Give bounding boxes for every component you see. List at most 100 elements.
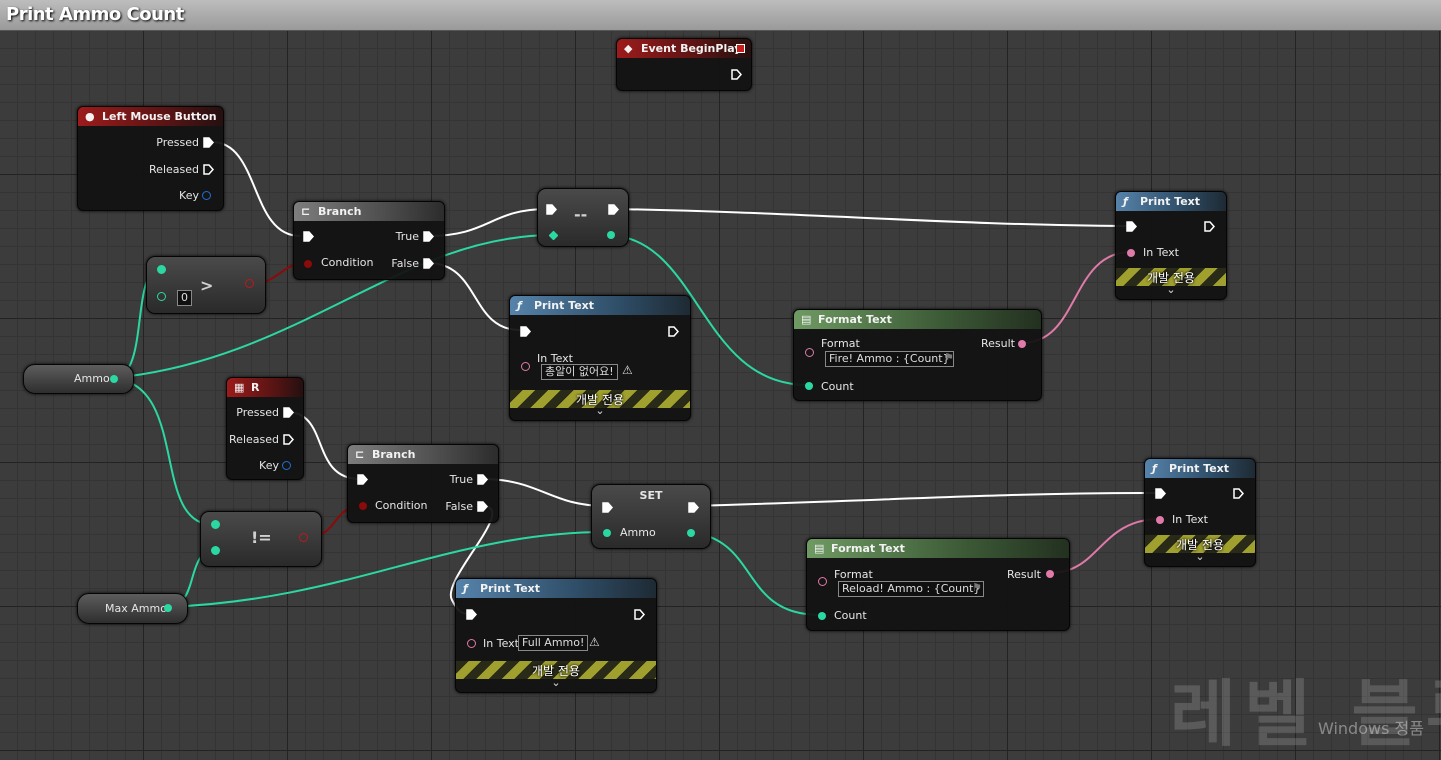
result-pin[interactable] bbox=[1046, 570, 1054, 578]
print-text-node-1[interactable]: ƒ Print Text In Text 개발 전용 ⌄ bbox=[1115, 191, 1227, 300]
released-exec-pin[interactable] bbox=[203, 164, 214, 175]
warning-icon: ⚠ bbox=[622, 363, 633, 377]
key-pin[interactable] bbox=[202, 191, 211, 200]
format-value-field[interactable]: Fire! Ammo : {Count} bbox=[825, 351, 954, 367]
not-equal-node[interactable]: != bbox=[200, 511, 322, 567]
max-ammo-variable-node[interactable]: Max Ammo bbox=[77, 593, 188, 624]
exec-out-pin[interactable] bbox=[1204, 221, 1215, 232]
in-text-pin[interactable] bbox=[521, 362, 530, 371]
set-ammo-node[interactable]: SET Ammo bbox=[591, 484, 711, 549]
exec-out-pin[interactable] bbox=[608, 204, 619, 215]
in-text-pin[interactable] bbox=[467, 639, 476, 648]
decrement-node[interactable]: -- bbox=[537, 188, 629, 247]
exec-in-pin[interactable] bbox=[303, 231, 314, 242]
keyboard-r-node[interactable]: ▦ R Pressed Released Key bbox=[226, 377, 304, 480]
wire-branch1-true-to-decrement bbox=[427, 208, 549, 237]
ammo-in-pin[interactable] bbox=[603, 529, 611, 537]
in-text-label: In Text bbox=[1143, 246, 1179, 259]
a-pin[interactable] bbox=[157, 265, 166, 274]
condition-pin[interactable] bbox=[359, 502, 367, 510]
expand-chevron-icon[interactable]: ⌄ bbox=[456, 676, 656, 689]
b-value-field[interactable]: 0 bbox=[177, 290, 192, 306]
a-pin[interactable] bbox=[211, 520, 220, 529]
in-text-pin[interactable] bbox=[1156, 516, 1164, 524]
exec-out-pin[interactable] bbox=[688, 502, 699, 513]
print-text-node-3[interactable]: ƒ Print Text In Text 개발 전용 ⌄ bbox=[1144, 458, 1256, 567]
max-ammo-out-pin[interactable] bbox=[164, 604, 172, 612]
format2-title: Format Text bbox=[831, 542, 905, 555]
exec-out-pin[interactable] bbox=[1233, 488, 1244, 499]
ammo-variable-label: Ammo bbox=[74, 372, 110, 385]
condition-pin[interactable] bbox=[304, 260, 312, 268]
left-mouse-button-node[interactable]: ● Left Mouse Button Pressed Released Key bbox=[77, 106, 224, 211]
count-pin[interactable] bbox=[805, 382, 813, 390]
expand-chevron-icon[interactable]: ⌄ bbox=[1116, 283, 1226, 296]
true-label: True bbox=[449, 473, 473, 486]
ammo-variable-node[interactable]: Ammo bbox=[23, 364, 134, 394]
exec-out-pin[interactable] bbox=[731, 69, 742, 80]
localize-flag-icon[interactable]: ⚑ bbox=[944, 351, 954, 364]
true-exec-pin[interactable] bbox=[423, 231, 434, 242]
exec-out-pin[interactable] bbox=[634, 609, 645, 620]
b-pin[interactable] bbox=[211, 546, 220, 555]
true-label: True bbox=[395, 230, 419, 243]
in-text-pin[interactable] bbox=[1127, 249, 1135, 257]
format-pin[interactable] bbox=[818, 577, 827, 586]
graph-title: Print Ammo Count bbox=[6, 4, 184, 25]
print-text-node-4[interactable]: ƒ Print Text In Text Full Ammo! ⚠ 개발 전용 ⌄ bbox=[455, 578, 657, 693]
key-label: Key bbox=[259, 459, 279, 472]
result-bool-pin[interactable] bbox=[245, 279, 254, 288]
key-r-title: R bbox=[251, 381, 260, 394]
function-icon: ƒ bbox=[1123, 195, 1128, 208]
b-pin[interactable] bbox=[157, 292, 166, 301]
ammo-out-pin[interactable] bbox=[687, 529, 695, 537]
print-text-node-2[interactable]: ƒ Print Text In Text 총알이 없어요! ⚠ 개발 전용 ⌄ bbox=[509, 295, 691, 421]
print3-title: Print Text bbox=[1169, 462, 1230, 475]
exec-out-pin[interactable] bbox=[668, 326, 679, 337]
format-text-node-2[interactable]: ▤ Format Text Format Reload! Ammo : {Coun… bbox=[806, 538, 1070, 631]
result-pin[interactable] bbox=[1018, 340, 1026, 348]
count-pin[interactable] bbox=[818, 612, 826, 620]
exec-in-pin[interactable] bbox=[1126, 221, 1137, 232]
false-label: False bbox=[445, 500, 473, 513]
branch-node-1[interactable]: ⊏ Branch Condition True False bbox=[293, 201, 445, 280]
result-bool-pin[interactable] bbox=[299, 533, 308, 542]
false-exec-pin[interactable] bbox=[477, 501, 488, 512]
exec-in-pin[interactable] bbox=[466, 609, 477, 620]
exec-in-pin[interactable] bbox=[546, 204, 557, 215]
pressed-exec-pin[interactable] bbox=[283, 407, 294, 418]
pressed-label: Pressed bbox=[236, 406, 279, 419]
format1-title: Format Text bbox=[818, 313, 892, 326]
exec-in-pin[interactable] bbox=[520, 326, 531, 337]
localize-flag-icon[interactable]: ⚑ bbox=[972, 581, 982, 594]
format-pin[interactable] bbox=[805, 348, 814, 357]
in-text-value-field[interactable]: Full Ammo! bbox=[518, 635, 589, 651]
branch-node-2[interactable]: ⊏ Branch Condition True False bbox=[347, 444, 499, 523]
branch2-title: Branch bbox=[372, 448, 416, 461]
mouse-icon: ● bbox=[85, 110, 95, 123]
false-exec-pin[interactable] bbox=[423, 258, 434, 269]
event-beginplay-node[interactable]: ◆ Event BeginPlay bbox=[616, 38, 752, 91]
value-out-pin[interactable] bbox=[607, 231, 615, 239]
true-exec-pin[interactable] bbox=[477, 474, 488, 485]
branch-icon: ⊏ bbox=[355, 448, 365, 461]
exec-in-pin[interactable] bbox=[602, 502, 613, 513]
format-text-node-1[interactable]: ▤ Format Text Format Fire! Ammo : {Count}… bbox=[793, 309, 1042, 401]
greater-than-node[interactable]: 0 > bbox=[146, 256, 266, 314]
expand-chevron-icon[interactable]: ⌄ bbox=[510, 404, 690, 417]
exec-in-pin[interactable] bbox=[357, 474, 368, 485]
expand-chevron-icon[interactable]: ⌄ bbox=[1145, 550, 1255, 563]
key-pin[interactable] bbox=[282, 461, 291, 470]
released-label: Released bbox=[149, 163, 199, 176]
delegate-pin-icon[interactable] bbox=[736, 44, 745, 53]
exec-in-pin[interactable] bbox=[1155, 488, 1166, 499]
ammo-in-pin[interactable] bbox=[548, 230, 559, 241]
event-beginplay-title: Event BeginPlay bbox=[641, 42, 742, 55]
pressed-exec-pin[interactable] bbox=[203, 137, 214, 148]
watermark-text: 레벨 블루 bbox=[1170, 672, 1441, 756]
format-value-field[interactable]: Reload! Ammo : {Count} bbox=[838, 581, 985, 597]
in-text-value-field[interactable]: 총알이 없어요! bbox=[541, 364, 618, 380]
released-exec-pin[interactable] bbox=[283, 434, 294, 445]
ammo-out-pin[interactable] bbox=[110, 375, 118, 383]
wire-set-to-print3 bbox=[691, 492, 1159, 507]
